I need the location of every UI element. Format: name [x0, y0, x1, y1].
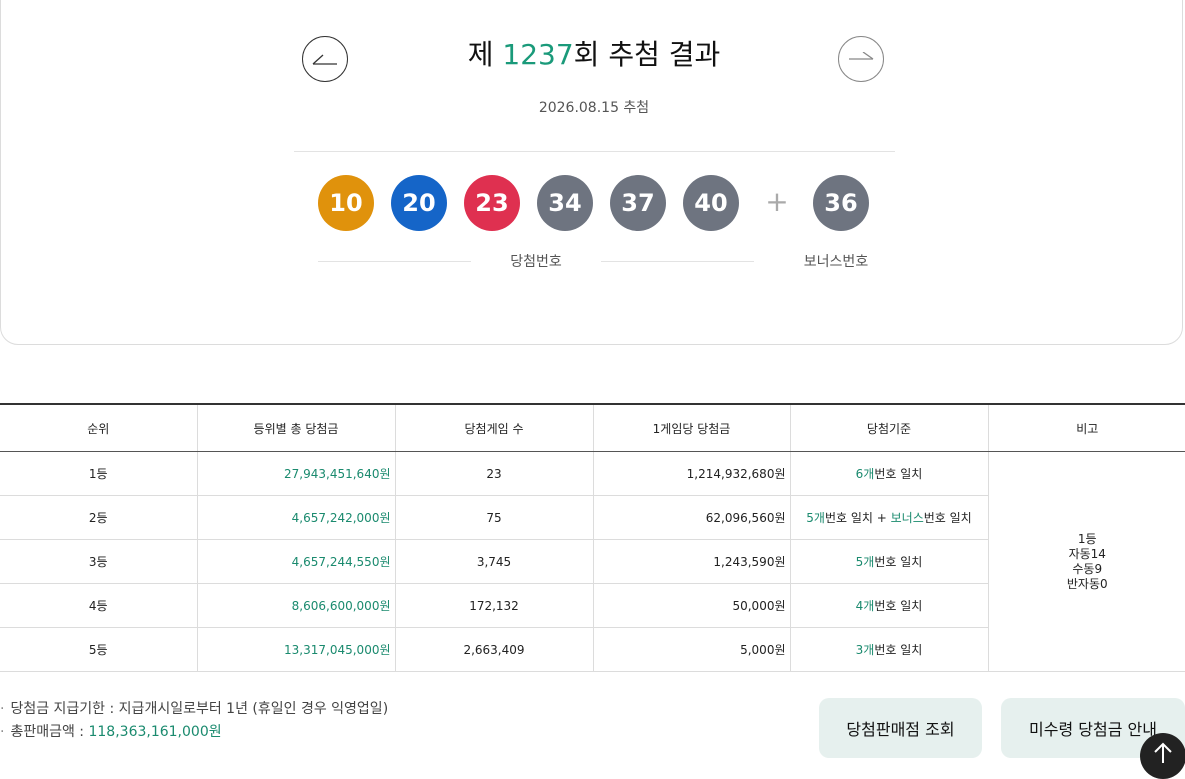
per-game-prize-cell: 5,000원 [593, 627, 791, 672]
scroll-top-button[interactable] [1140, 733, 1185, 779]
plus-sign: + [765, 185, 789, 218]
total-prize-cell: 4,657,242,000원 [197, 495, 396, 540]
rank-cell: 5등 [0, 627, 198, 672]
criteria-text: 5개 [806, 511, 825, 525]
criteria-text: 3개 [855, 643, 875, 657]
store-lookup-button[interactable]: 당첨판매점 조회 [819, 698, 982, 758]
total-prize-cell: 27,943,451,640원 [197, 451, 396, 496]
table-header-row: 순위 등위별 총 당첨금 당첨게임 수 1게임당 당첨금 당첨기준 비고 [0, 403, 1185, 452]
header-per-game-prize: 1게임당 당첨금 [593, 403, 791, 452]
per-game-prize-cell: 1,243,590원 [593, 539, 791, 584]
header-win-count: 당첨게임 수 [395, 403, 594, 452]
per-game-prize-cell: 62,096,560원 [593, 495, 791, 540]
arrow-left-icon [312, 54, 337, 65]
rank-cell: 4등 [0, 583, 198, 628]
payment-deadline-text: 당첨금 지급기한 : 지급개시일로부터 1년 (휴일인 경우 익영업일) [10, 701, 389, 717]
winning-number-ball: 40 [683, 175, 739, 231]
win-count-cell: 172,132 [395, 583, 594, 628]
per-game-prize-cell: 1,214,932,680원 [593, 451, 791, 496]
total-sales: · 총판매금액 : 118,363,161,000원 [0, 721, 388, 744]
win-count-cell: 2,663,409 [395, 627, 594, 672]
criteria-text: 번호 일치 + [824, 511, 891, 525]
prize-table: 순위 등위별 총 당첨금 당첨게임 수 1게임당 당첨금 당첨기준 비고 1등 2… [0, 403, 1185, 672]
draw-title-prefix: 제 [467, 38, 503, 71]
criteria-text: 번호 일치 [874, 467, 923, 481]
bullet: · [0, 724, 5, 740]
note-line: 1등 [1077, 531, 1097, 546]
criteria-text: 6개 [855, 467, 875, 481]
payment-deadline: · 당첨금 지급기한 : 지급개시일로부터 1년 (휴일인 경우 익영업일) [0, 698, 388, 721]
criteria-text: 5개 [855, 555, 875, 569]
draw-result-card: 제 1237회 추첨 결과 2026.08.15 추첨 10 20 23 34 37 40… [0, 0, 1183, 345]
total-prize-cell: 13,317,045,000원 [197, 627, 396, 672]
criteria-text: 번호 일치 [874, 643, 923, 657]
total-sales-label: 총판매금액 : [10, 724, 89, 740]
criteria-cell: 5개번호 일치 + 보너스번호 일치 [790, 495, 989, 540]
arrow-up-icon [1154, 742, 1172, 763]
table-row: 1등 27,943,451,640원 23 1,214,932,680원 6개번호 일치… [0, 451, 1185, 672]
total-sales-amount: 118,363,161,000원 [88, 724, 222, 740]
winning-number-ball: 37 [610, 175, 666, 231]
winning-number-ball: 10 [318, 175, 374, 231]
winning-number-ball: 23 [464, 175, 520, 231]
winning-number-ball: 34 [537, 175, 593, 231]
criteria-cell: 6개번호 일치 [790, 451, 989, 496]
win-count-cell: 75 [395, 495, 594, 540]
win-count-cell: 23 [395, 451, 594, 496]
divider [294, 151, 895, 152]
criteria-cell: 5개번호 일치 [790, 539, 989, 584]
bonus-number-label: 보너스번호 [803, 254, 869, 270]
rank-cell: 1등 [0, 451, 198, 496]
note-line: 반자동0 [1066, 576, 1108, 591]
arrow-right-icon [849, 52, 874, 60]
draw-title-suffix: 회 추첨 결과 [573, 38, 721, 71]
winning-number-label: 당첨번호 [510, 254, 562, 270]
rank-cell: 2등 [0, 495, 198, 540]
prev-round-button[interactable] [302, 36, 348, 82]
draw-date: 2026.08.15 추첨 [538, 100, 650, 116]
draw-title: 제 1237회 추첨 결과 [394, 33, 794, 73]
next-round-button[interactable] [838, 36, 884, 82]
header-note: 비고 [988, 403, 1185, 452]
criteria-text: 번호 일치 [923, 511, 972, 525]
header-rank: 순위 [0, 403, 198, 452]
criteria-text: 보너스 [890, 511, 924, 525]
winning-number-ball: 20 [391, 175, 447, 231]
caption-line-right [601, 261, 754, 262]
criteria-text: 번호 일치 [874, 555, 923, 569]
total-prize-cell: 8,606,600,000원 [197, 583, 396, 628]
criteria-text: 번호 일치 [874, 599, 923, 613]
note-cell: 1등 자동14 수동9 반자동0 [988, 451, 1185, 672]
criteria-text: 4개 [855, 599, 875, 613]
caption-line-left [318, 261, 471, 262]
footer-info: · 당첨금 지급기한 : 지급개시일로부터 1년 (휴일인 경우 익영업일) · 총… [0, 698, 388, 744]
bullet: · [0, 701, 5, 717]
bonus-number-ball: 36 [813, 175, 869, 231]
criteria-cell: 4개번호 일치 [790, 583, 989, 628]
note-line: 자동14 [1068, 546, 1106, 561]
header-total-prize: 등위별 총 당첨금 [197, 403, 396, 452]
win-count-cell: 3,745 [395, 539, 594, 584]
per-game-prize-cell: 50,000원 [593, 583, 791, 628]
criteria-cell: 3개번호 일치 [790, 627, 989, 672]
draw-round-number: 1237 [502, 38, 574, 71]
rank-cell: 3등 [0, 539, 198, 584]
total-prize-cell: 4,657,244,550원 [197, 539, 396, 584]
header-criteria: 당첨기준 [790, 403, 989, 452]
note-line: 수동9 [1072, 561, 1103, 576]
